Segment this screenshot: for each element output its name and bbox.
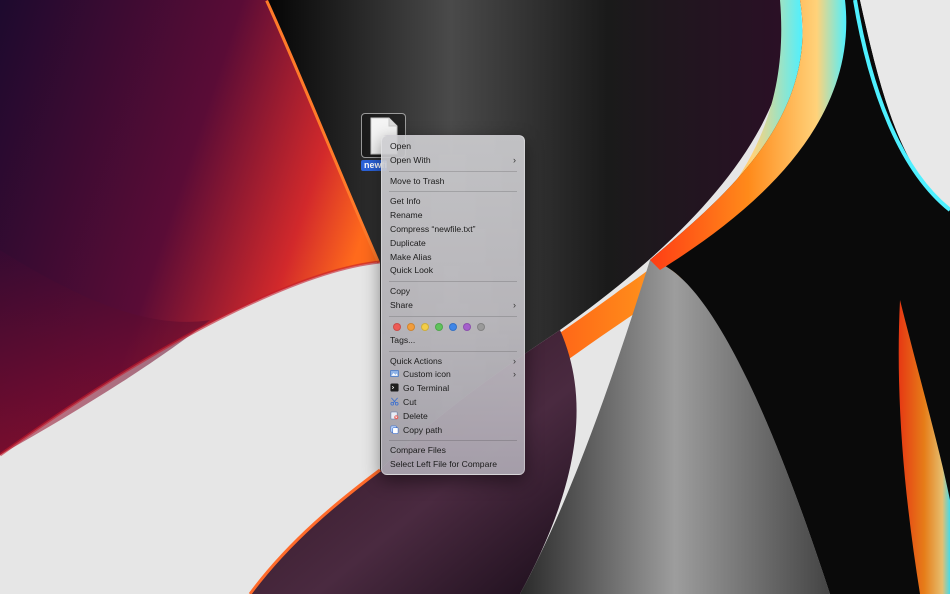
chevron-right-icon: ›: [513, 369, 516, 380]
menu-item-delete[interactable]: Delete: [382, 410, 524, 424]
tag-green[interactable]: [435, 322, 443, 331]
delete-icon: [390, 411, 399, 420]
menu-item-open-with[interactable]: Open With ›: [382, 154, 524, 168]
tag-purple[interactable]: [463, 322, 471, 331]
menu-item-custom-icon[interactable]: Custom icon ›: [382, 368, 524, 382]
menu-item-duplicate[interactable]: Duplicate: [382, 237, 524, 251]
tag-red[interactable]: [393, 322, 401, 331]
image-icon: [390, 370, 399, 378]
chevron-right-icon: ›: [513, 355, 516, 366]
menu-item-label: Go Terminal: [403, 383, 450, 394]
menu-item-label: Rename: [390, 210, 423, 221]
menu-item-share[interactable]: Share ›: [382, 299, 524, 313]
scissors-icon: [390, 397, 399, 406]
menu-item-tags[interactable]: Tags...: [382, 334, 524, 348]
menu-item-compress[interactable]: Compress “newfile.txt”: [382, 223, 524, 237]
menu-item-label: Make Alias: [390, 251, 432, 262]
menu-item-label: Tags...: [390, 334, 416, 345]
menu-item-label: Duplicate: [390, 237, 426, 248]
menu-item-label: Copy: [390, 286, 411, 297]
menu-item-label: Compress “newfile.txt”: [390, 223, 476, 234]
menu-item-make-alias[interactable]: Make Alias: [382, 251, 524, 265]
menu-item-copy-path[interactable]: Copy path: [382, 424, 524, 438]
menu-item-label: Compare Files: [390, 445, 446, 456]
menu-item-quick-actions[interactable]: Quick Actions ›: [382, 355, 524, 369]
menu-item-label: Open: [390, 141, 412, 151]
menu-separator: [389, 315, 517, 317]
menu-item-label: Get Info: [390, 196, 421, 207]
menu-separator: [389, 191, 517, 193]
menu-item-label: Cut: [403, 396, 417, 407]
tag-orange[interactable]: [407, 322, 415, 331]
menu-item-copy[interactable]: Copy: [382, 285, 524, 299]
menu-item-label: Move to Trash: [390, 175, 445, 186]
menu-item-go-terminal[interactable]: Go Terminal: [382, 382, 524, 396]
menu-item-open[interactable]: Open: [382, 140, 524, 154]
copy-path-icon: [390, 425, 399, 434]
menu-item-compare-files[interactable]: Compare Files: [382, 444, 524, 458]
menu-item-label: Copy path: [403, 424, 443, 435]
menu-separator: [389, 440, 517, 442]
tag-blue[interactable]: [449, 322, 457, 331]
menu-item-label: Share: [390, 299, 413, 310]
menu-item-cut[interactable]: Cut: [382, 396, 524, 410]
menu-separator: [389, 350, 517, 352]
tag-gray[interactable]: [477, 322, 485, 331]
menu-item-select-left-file[interactable]: Select Left File for Compare: [382, 458, 524, 472]
terminal-icon: [390, 383, 399, 392]
chevron-right-icon: ›: [513, 154, 516, 165]
menu-separator: [389, 281, 517, 283]
menu-item-label: Quick Actions: [390, 355, 443, 366]
menu-item-label: Select Left File for Compare: [390, 459, 497, 470]
menu-item-label: Open With: [390, 154, 431, 165]
chevron-right-icon: ›: [513, 299, 516, 310]
menu-item-label: Quick Look: [390, 265, 433, 276]
tag-colors-row: [382, 320, 524, 334]
menu-item-label: Delete: [403, 410, 428, 421]
context-menu: Open Open With › Move to Trash Get Info R…: [381, 135, 525, 475]
menu-item-quick-look[interactable]: Quick Look: [382, 264, 524, 278]
menu-item-move-to-trash[interactable]: Move to Trash: [382, 175, 524, 189]
menu-item-get-info[interactable]: Get Info: [382, 195, 524, 209]
tag-yellow[interactable]: [421, 322, 429, 331]
menu-item-rename[interactable]: Rename: [382, 209, 524, 223]
menu-item-label: Custom icon: [403, 369, 451, 380]
menu-separator: [389, 170, 517, 172]
